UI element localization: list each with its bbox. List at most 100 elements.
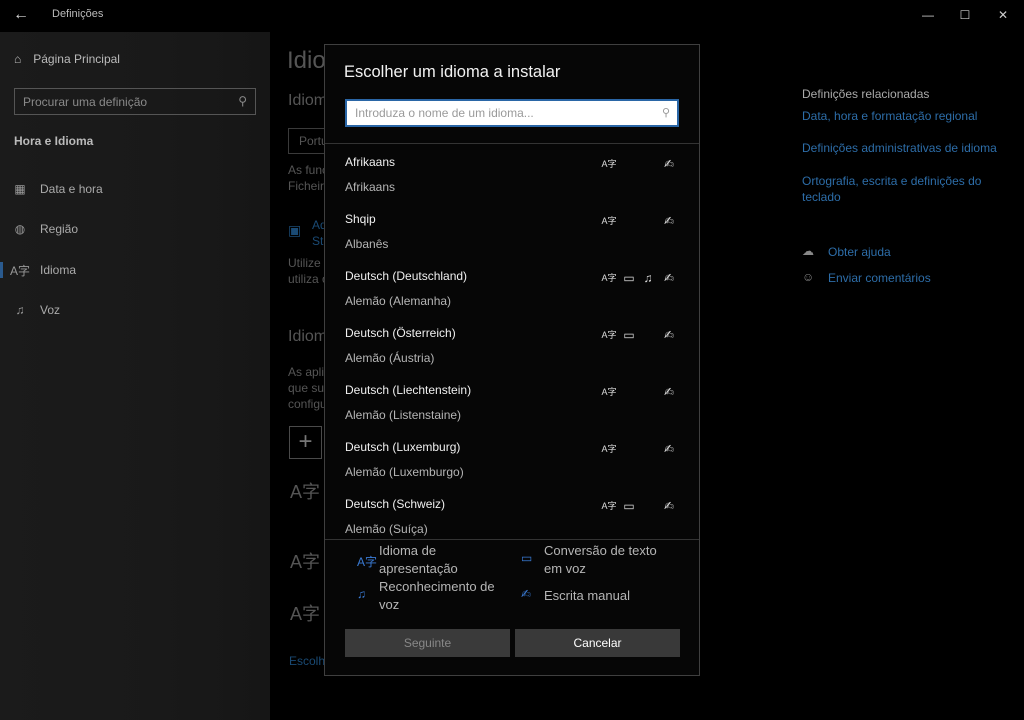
related-link-admin-language[interactable]: Definições administrativas de idioma [802,140,997,156]
language-glyph-icon: A字 [290,552,321,572]
legend-label: Reconhecimento de [379,579,495,594]
language-row[interactable]: Deutsch (Deutschland) Alemão (Alemanha) A字… [325,259,699,316]
sidebar-item-date-time[interactable]: ▦ Data e hora [0,172,270,206]
search-icon[interactable]: ⚲ [238,94,247,108]
section-heading-preferred: Idiom [288,328,328,345]
feedback-link[interactable]: Enviar comentários [828,270,931,286]
language-native-name: Deutsch (Schweiz) [345,497,446,511]
language-localized-name: Albanês [345,237,389,251]
cancel-button[interactable]: Cancelar [515,629,680,657]
language-localized-name: Afrikaans [345,180,396,194]
settings-search-input[interactable] [15,89,225,114]
nav-home-label: Página Principal [33,52,120,66]
related-link-spelling[interactable]: Ortografia, escrita e definições do tecl… [802,173,992,205]
language-icon: A字 [9,263,30,278]
language-native-name: Deutsch (Deutschland) [345,269,468,283]
legend-handwriting: Escrita manual [544,588,630,603]
search-icon[interactable]: ⚲ [662,106,670,119]
language-search: ⚲ [345,99,679,127]
language-glyph-icon: A字 [290,604,321,624]
text-to-speech-icon: ▭ [623,328,635,342]
language-localized-name: Alemão (Áustria) [345,351,435,365]
display-language-icon: A字 [601,444,617,454]
globe-icon: ◍ [14,222,26,236]
legend-label: Idioma de [379,543,437,558]
window-title: Definições [52,8,104,20]
handwriting-icon: ✍ [663,385,675,399]
section-heading-display: Idiom [288,92,328,109]
language-localized-name: Alemão (Suíça) [345,522,428,536]
speech-recognition-icon: ♫ [357,587,366,601]
legend-display-language: Idioma de apresentação [379,542,458,577]
settings-search: ⚲ [14,88,256,115]
page-title: Idio [287,47,326,74]
display-text-line: As func [288,163,329,177]
language-native-name: Deutsch (Luxemburg) [345,440,461,454]
preferred-text-line: configu [288,397,327,411]
handwriting-icon: ✍ [663,271,675,285]
get-help-link[interactable]: Obter ajuda [828,244,891,260]
handwriting-icon: ✍ [663,442,675,456]
language-native-name: Afrikaans [345,155,396,169]
legend-label: Conversão de texto [544,543,657,558]
language-row[interactable]: Deutsch (Österreich) Alemão (Áustria) A字 ▭ ✍ [325,316,699,373]
handwriting-icon: ✍ [663,214,675,228]
store-link[interactable]: St [312,234,323,248]
legend-text-to-speech: Conversão de texto em voz [544,542,657,577]
language-glyph-icon: A字 [290,482,321,502]
sidebar-item-voice[interactable]: ♫ Voz [0,293,270,327]
feedback-icon: ☺ [802,270,815,284]
sidebar-item-label: Data e hora [40,182,103,196]
install-language-dialog: Escolher um idioma a instalar ⚲ Afrikaan… [324,44,700,676]
sidebar-item-region[interactable]: ◍ Região [0,212,270,246]
microphone-icon: ♫ [15,303,25,317]
display-language-icon: A字 [601,273,617,283]
back-icon[interactable]: ← [8,4,34,26]
title-bar: ← Definições — ☐ ✕ [0,0,1024,32]
info-text-line: utiliza o [288,272,329,286]
dialog-title: Escolher um idioma a instalar [344,63,561,81]
divider [325,143,699,144]
language-row[interactable]: Deutsch (Schweiz) Alemão (Suíça) A字 ▭ ✍ [325,487,699,539]
text-to-speech-icon: ▭ [623,271,635,285]
language-row[interactable]: Afrikaans Afrikaans A字 ✍ [325,145,699,202]
legend-speech-recognition: Reconhecimento de voz [379,578,495,613]
sidebar: ⌂ Página Principal ⚲ Hora e Idioma ▦ Dat… [0,32,270,720]
language-native-name: Deutsch (Österreich) [345,326,456,340]
language-list[interactable]: Afrikaans Afrikaans A字 ✍ Shqip Albanês A字 ✍ Deut… [325,145,699,539]
legend-label: em voz [544,560,586,576]
legend-label: apresentação [379,560,458,576]
sidebar-item-label: Idioma [40,263,77,277]
language-localized-name: Alemão (Listenstaine) [345,408,462,422]
minimize-icon[interactable]: — [913,4,943,26]
language-localized-name: Alemão (Luxemburgo) [345,465,464,479]
store-icon: ▣ [288,222,302,238]
add-language-button[interactable]: + [289,426,322,459]
divider [325,539,699,540]
next-button[interactable]: Seguinte [345,629,510,657]
home-icon: ⌂ [14,52,22,66]
help-icon: ☁ [802,244,814,258]
sidebar-item-label: Região [40,222,79,236]
language-row[interactable]: Shqip Albanês A字 ✍ [325,202,699,259]
handwriting-icon: ✍ [521,587,532,601]
nav-home[interactable]: ⌂ Página Principal [14,52,120,66]
nav-section-title: Hora e Idioma [14,134,94,148]
sidebar-item-label: Voz [40,303,61,317]
language-localized-name: Alemão (Alemanha) [345,294,452,308]
text-to-speech-icon: ▭ [623,499,635,513]
related-link-date-format[interactable]: Data, hora e formatação regional [802,108,977,124]
language-native-name: Shqip [345,212,376,226]
sidebar-item-language[interactable]: A字 Idioma [0,253,270,287]
info-text-line: Utilize [288,256,321,270]
text-to-speech-icon: ▭ [521,551,533,565]
language-search-input[interactable] [347,101,647,125]
language-row[interactable]: Deutsch (Liechtenstein) Alemão (Listensta… [325,373,699,430]
calendar-icon: ▦ [14,182,26,196]
maximize-icon[interactable]: ☐ [950,4,980,26]
language-row[interactable]: Deutsch (Luxemburg) Alemão (Luxemburgo) A字… [325,430,699,487]
handwriting-icon: ✍ [663,157,675,171]
display-language-icon: A字 [601,216,617,226]
close-icon[interactable]: ✕ [988,4,1018,26]
legend-label: voz [379,596,400,612]
